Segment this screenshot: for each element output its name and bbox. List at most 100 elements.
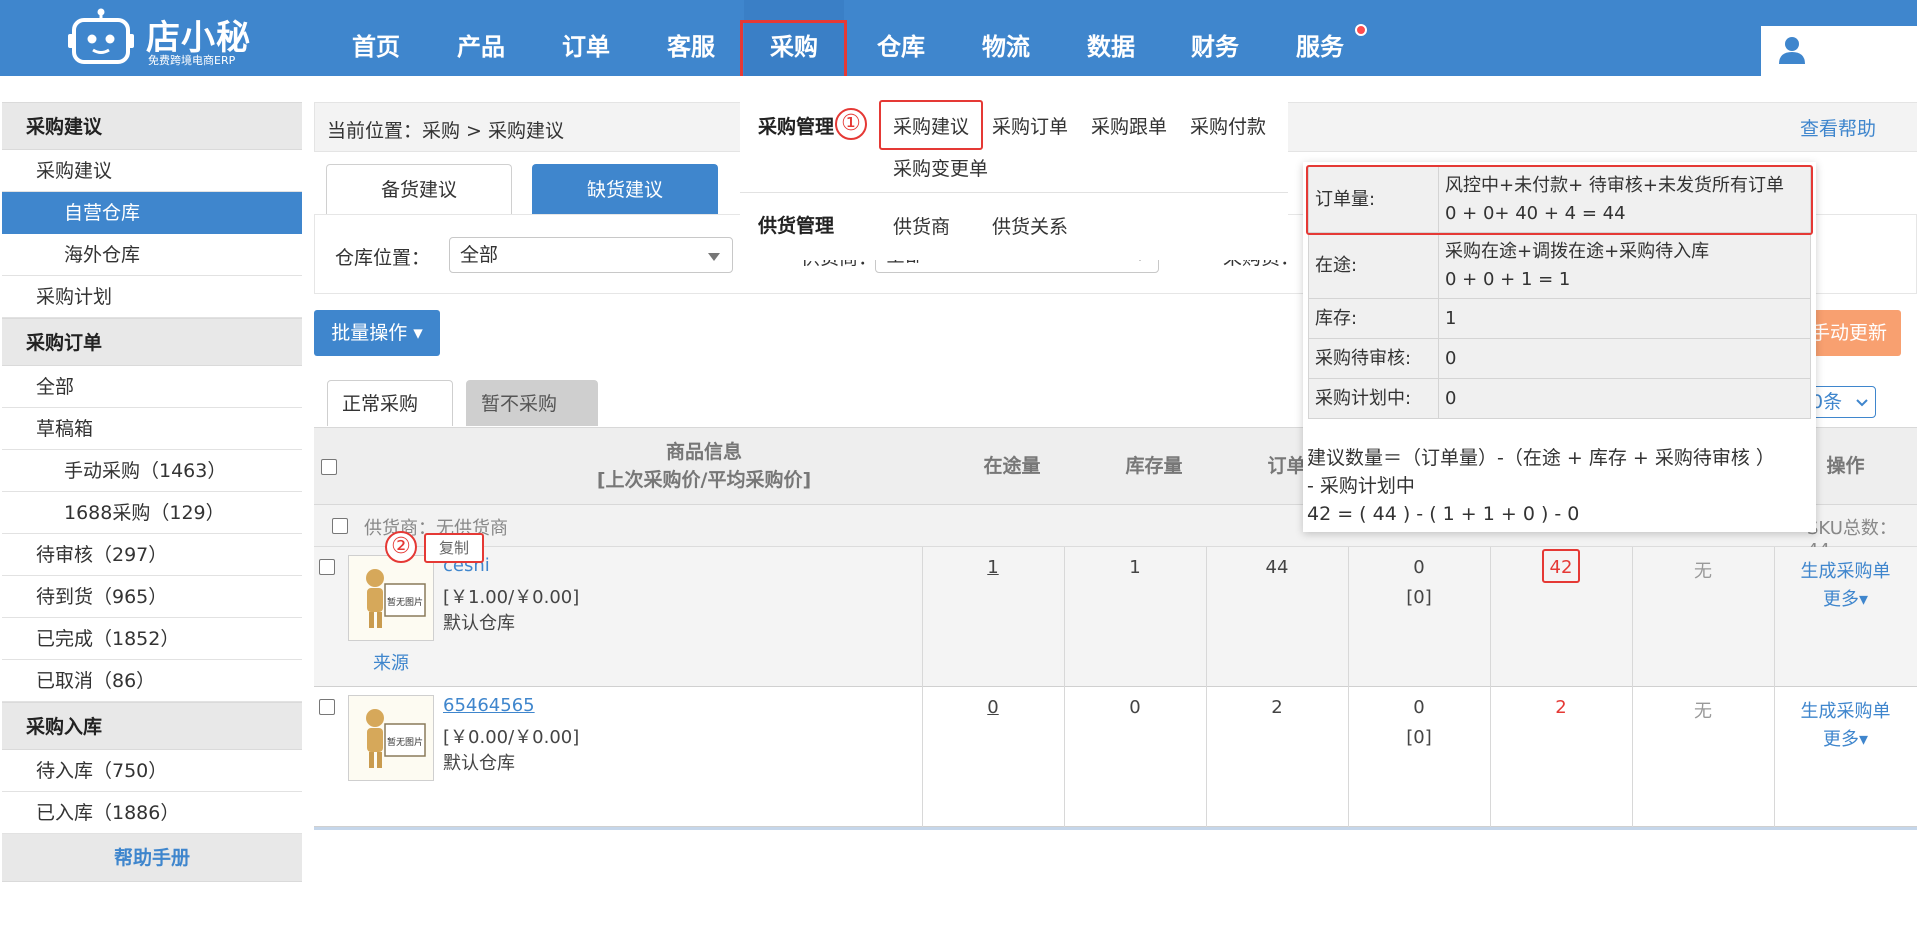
no-image-placeholder-icon: 暂无图片 <box>366 709 426 768</box>
plan-value: 无 <box>1694 561 1712 582</box>
header-stock: 库存量 <box>1125 455 1183 478</box>
tab-no-purchase[interactable]: 暂不采购 (0) <box>466 380 598 461</box>
nav-orders[interactable]: 订单 <box>536 0 636 76</box>
nav-data[interactable]: 数据 <box>1061 0 1161 76</box>
warehouse-select-value: 全部 <box>460 244 499 266</box>
more-actions-link[interactable]: 更多▾ <box>1774 725 1917 751</box>
tooltip-value: 0 <box>1438 338 1811 379</box>
no-image-label: 暂无图片 <box>387 736 423 748</box>
nav-warehouse[interactable]: 仓库 <box>851 0 951 76</box>
suggested-qty-value[interactable]: 2 <box>1490 697 1632 718</box>
product-warehouse: 默认仓库 <box>443 613 515 634</box>
tooltip-key: 采购待审核: <box>1308 338 1439 379</box>
tab-stock-suggestion[interactable]: 备货建议 <box>326 164 512 214</box>
no-image-placeholder-icon: 暂无图片 <box>366 569 426 628</box>
sidebar-section-suggestions[interactable]: 采购建议 <box>2 102 302 150</box>
order-qty-tooltip: 订单量: 风控中+未付款+ 待审核+未发货所有订单 0 + 0+ 40 + 4 =… <box>1303 162 1816 532</box>
stock-value: 0 <box>1129 697 1141 718</box>
menu-item-payment[interactable]: 采购付款 <box>1190 112 1266 139</box>
tab-shortage-suggestion[interactable]: 缺货建议 <box>532 164 718 214</box>
menu-heading-purchase: 采购管理 <box>758 116 835 138</box>
row-checkbox[interactable] <box>319 699 335 715</box>
page-size-select[interactable]: 0条 <box>1806 386 1876 418</box>
nav-products[interactable]: 产品 <box>431 0 531 76</box>
suggestion-formula: 建议数量＝（订单量）-（在途 + 库存 + 采购待审核 ） - 采购计划中 42… <box>1307 444 1812 528</box>
menu-item-suppliers[interactable]: 供货商 <box>893 212 950 239</box>
menu-item-orders[interactable]: 采购订单 <box>992 112 1068 139</box>
warehouse-select[interactable]: 全部 <box>449 237 733 273</box>
header-product-label: 商品信息 <box>665 441 742 464</box>
tooltip-value: 0 <box>1438 378 1811 419</box>
batch-operation-button[interactable]: 批量操作 ▾ <box>314 310 440 356</box>
sidebar-item-drafts[interactable]: 草稿箱 <box>2 408 302 450</box>
generate-po-link[interactable]: 生成采购单 <box>1774 557 1917 583</box>
sidebar-item-awaiting-arrival[interactable]: 待到货（965） <box>2 576 302 618</box>
tooltip-row-pending-review: 采购待审核: 0 <box>1308 338 1811 379</box>
suggested-qty-highlight <box>1542 549 1580 583</box>
formula-line-3: 42 = ( 44 ) - ( 1 + 1 + 0 ) - 0 <box>1307 503 1580 525</box>
view-help-link[interactable]: 查看帮助 <box>1800 114 1876 141</box>
sidebar-item-overseas-warehouse[interactable]: 海外仓库 <box>2 234 302 276</box>
supplier-group-checkbox[interactable] <box>332 518 348 534</box>
tooltip-row-plan: 采购计划中: 0 <box>1308 378 1811 419</box>
copy-button[interactable]: 复制 <box>424 533 484 563</box>
header-product: 商品信息 [上次采购价/平均采购价] <box>454 428 954 506</box>
sidebar-item-pending-review[interactable]: 待审核（297） <box>2 534 302 576</box>
no-image-label: 暂无图片 <box>387 596 423 608</box>
plan-value: 无 <box>1694 701 1712 722</box>
robot-logo-icon <box>68 8 134 64</box>
user-menu[interactable] <box>1761 26 1917 76</box>
sidebar-item-awaiting-inbound[interactable]: 待入库（750） <box>2 750 302 792</box>
sidebar-section-orders[interactable]: 采购订单 <box>2 318 302 366</box>
select-all-checkbox[interactable] <box>321 459 337 475</box>
sidebar-item-suggestions[interactable]: 采购建议 <box>2 150 302 192</box>
table-row: 暂无图片 ceshi [￥1.00/￥0.00] 默认仓库 来源 1 1 44 … <box>314 547 1917 687</box>
product-thumbnail[interactable]: 暂无图片 <box>348 555 434 641</box>
sidebar-item-own-warehouse[interactable]: 自营仓库 <box>2 192 302 234</box>
more-actions-link[interactable]: 更多▾ <box>1774 585 1917 611</box>
generate-po-link[interactable]: 生成采购单 <box>1774 697 1917 723</box>
sidebar-item-manual-purchase[interactable]: 手动采购（1463） <box>2 450 302 492</box>
nav-finance[interactable]: 财务 <box>1165 0 1265 76</box>
notification-dot <box>1355 24 1367 36</box>
sidebar-item-purchase-plan[interactable]: 采购计划 <box>2 276 302 318</box>
nav-logistics[interactable]: 物流 <box>956 0 1056 76</box>
manual-update-button[interactable]: 手动更新 <box>1805 310 1901 356</box>
menu-item-supply-relations[interactable]: 供货关系 <box>992 212 1068 239</box>
formula-line-2: - 采购计划中 <box>1307 475 1415 497</box>
in-transit-value[interactable]: 0 <box>922 697 1064 718</box>
caret-down-icon <box>708 253 720 261</box>
product-thumbnail[interactable]: 暂无图片 <box>348 695 434 781</box>
tooltip-value: 采购在途+调拨在途+采购待入库 0 + 0 + 1 = 1 <box>1438 232 1811 299</box>
sidebar-section-inbound[interactable]: 采购入库 <box>2 702 302 750</box>
tooltip-key: 采购计划中: <box>1308 378 1439 419</box>
sidebar-item-cancelled[interactable]: 已取消（86） <box>2 660 302 702</box>
warehouse-label: 仓库位置： <box>335 247 431 269</box>
row-checkbox[interactable] <box>319 559 335 575</box>
header-product-sub: [上次采购价/平均采购价] <box>596 469 812 491</box>
sidebar-item-completed[interactable]: 已完成（1852） <box>2 618 302 660</box>
sidebar-item-all[interactable]: 全部 <box>2 366 302 408</box>
pending-review-value: 0 <box>1413 557 1425 578</box>
top-nav-bar: 店小秘 免费跨境电商ERP 首页 产品 订单 客服 采购 仓库 物流 数据 财务… <box>0 0 1917 76</box>
tooltip-key: 库存: <box>1308 298 1439 339</box>
sidebar-item-inbound-done[interactable]: 已入库（1886） <box>2 792 302 834</box>
nav-home[interactable]: 首页 <box>326 0 426 76</box>
nav-customer-service[interactable]: 客服 <box>641 0 741 76</box>
sidebar-item-1688-purchase[interactable]: 1688采购（129） <box>2 492 302 534</box>
formula-line-1: 建议数量＝（订单量）-（在途 + 库存 + 采购待审核 ） <box>1307 447 1775 469</box>
product-name-link[interactable]: 65464565 <box>443 695 535 716</box>
in-transit-value[interactable]: 1 <box>922 557 1064 578</box>
table-bottom-border <box>314 827 1917 830</box>
menu-item-tracking[interactable]: 采购跟单 <box>1091 112 1167 139</box>
purchase-dropdown-menu: 采购管理 ① 采购建议 采购订单 采购跟单 采购付款 采购变更单 供货管理 供货… <box>740 100 1288 260</box>
menu-heading-supply: 供货管理 <box>758 215 835 237</box>
tab-normal-purchase[interactable]: 正常采购 (2) <box>327 380 453 461</box>
help-manual-link[interactable]: 帮助手册 <box>2 834 302 882</box>
product-price: [￥0.00/￥0.00] <box>443 727 580 748</box>
source-link[interactable]: 来源 <box>373 649 409 675</box>
menu-item-change-orders[interactable]: 采购变更单 <box>893 154 988 181</box>
nav-services[interactable]: 服务 <box>1270 0 1370 76</box>
menu-item-highlight <box>879 100 983 150</box>
logo[interactable]: 店小秘 免费跨境电商ERP <box>68 2 268 68</box>
